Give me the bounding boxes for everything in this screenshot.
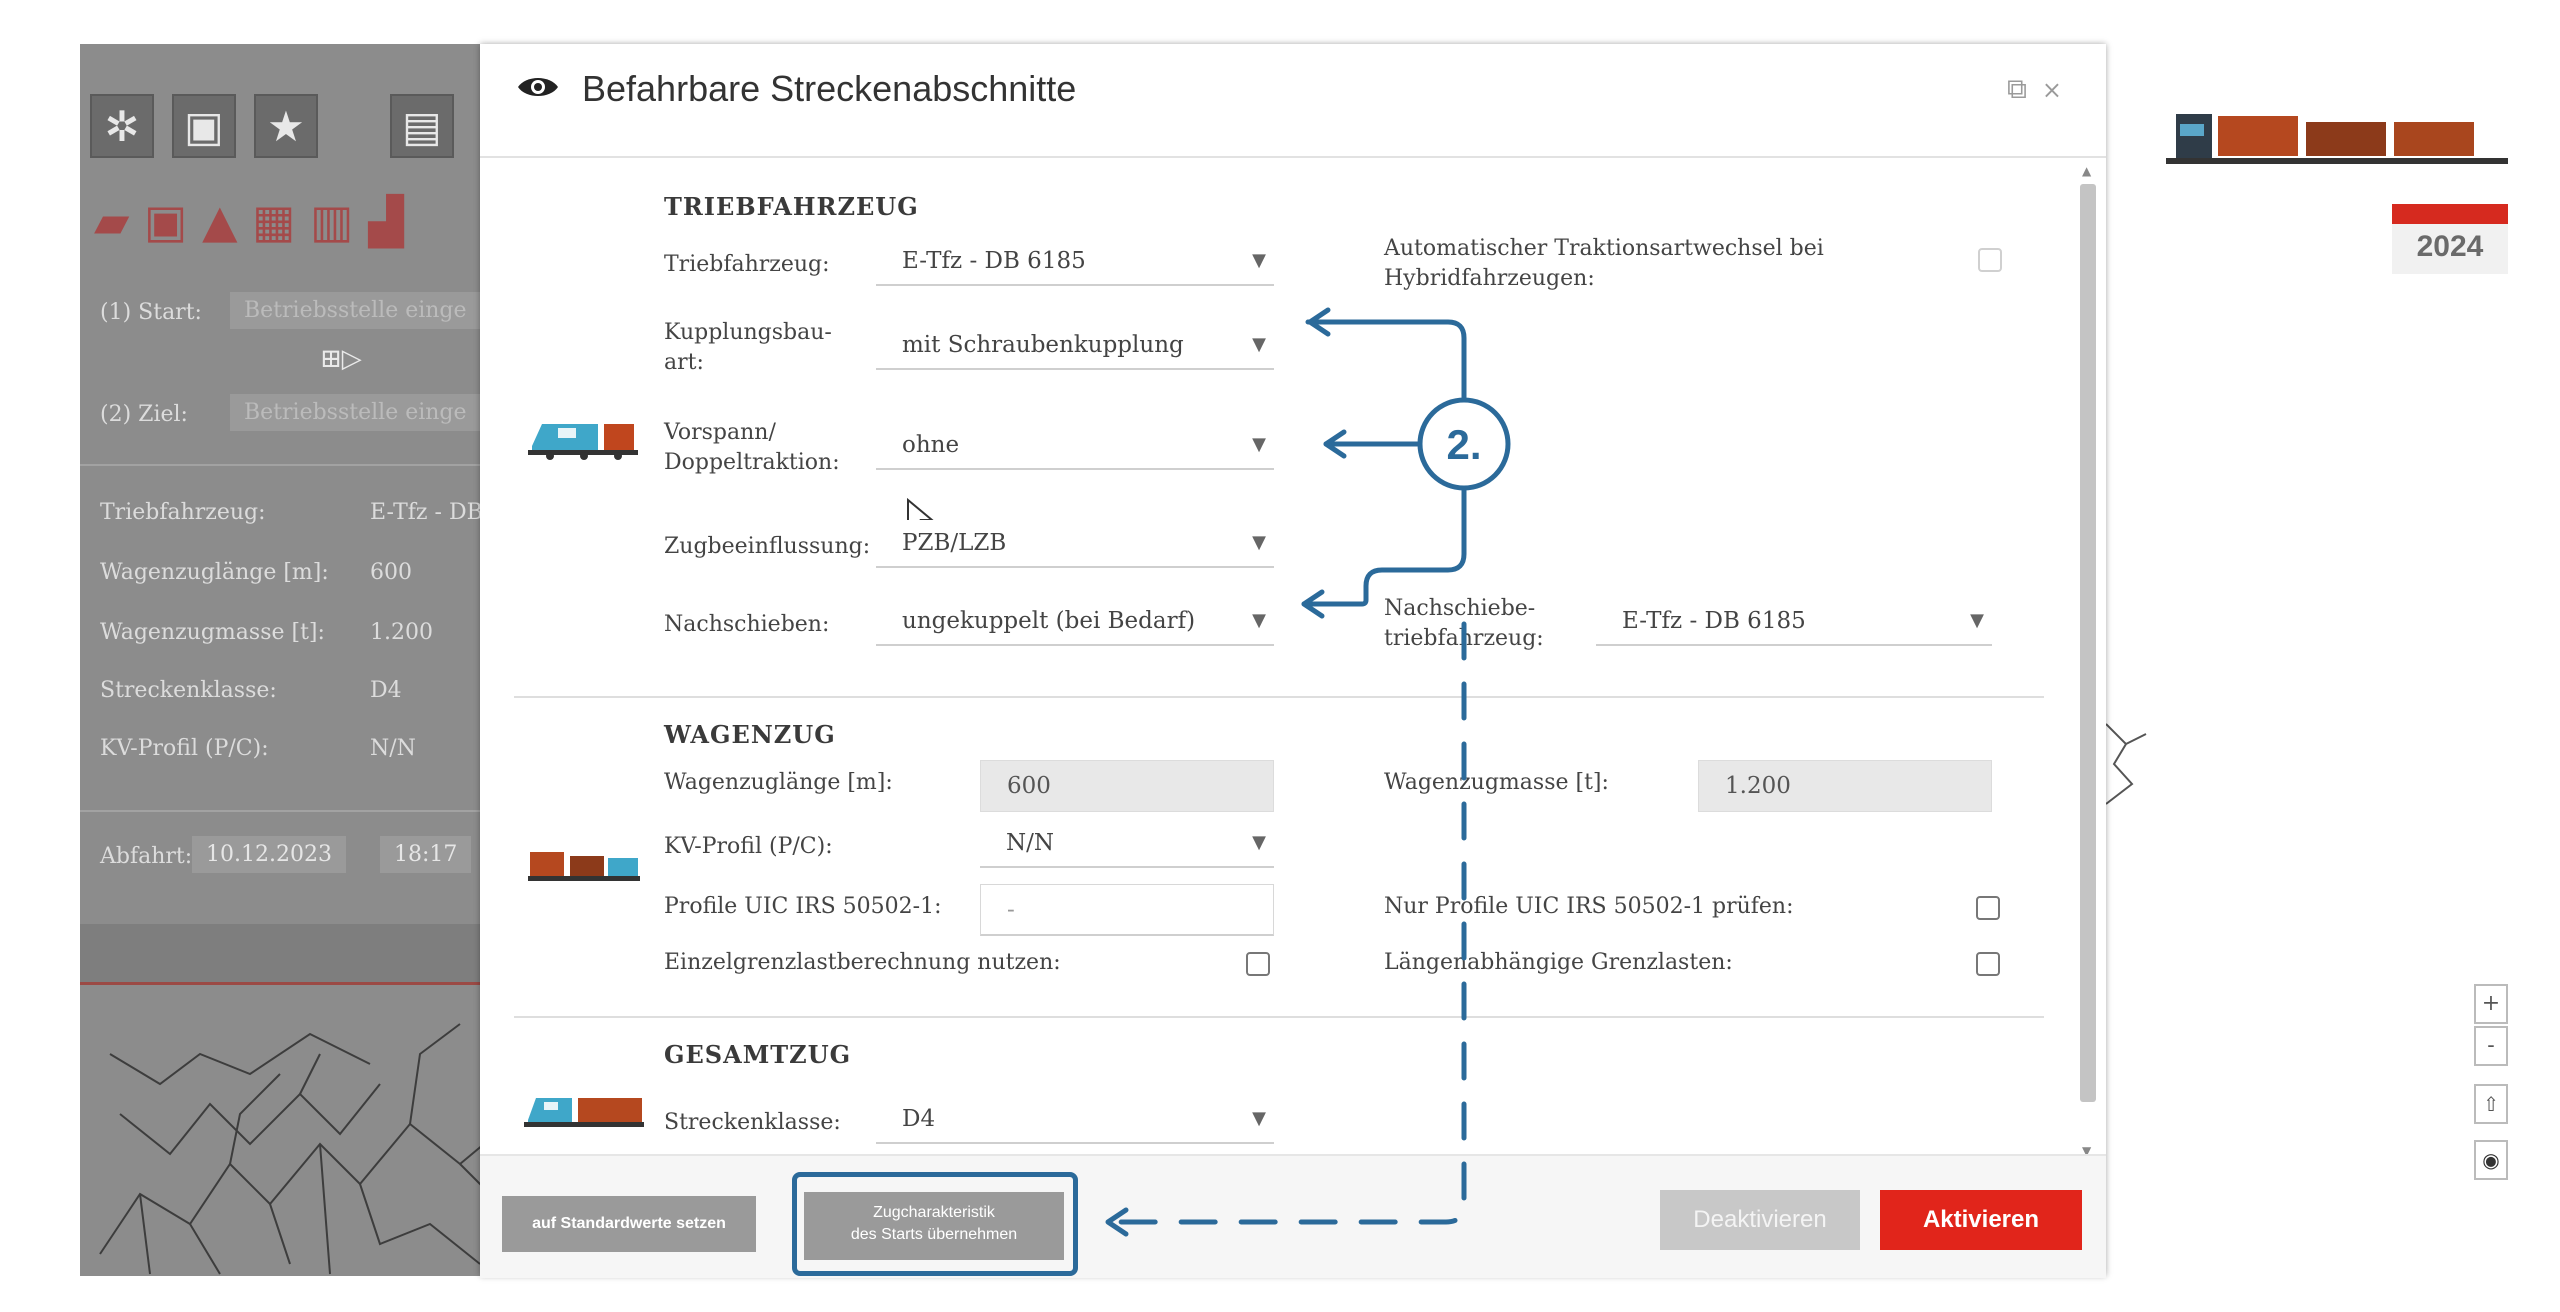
annotation-arrow-kupplung <box>1305 319 1467 405</box>
annotation-overlay: 2. <box>1105 307 1511 1237</box>
annotation-arrow-nachschieben <box>1301 481 1467 607</box>
annotation-dashed-arrow <box>1107 621 1467 1225</box>
annotation-step-label: 2. <box>1446 421 1481 468</box>
